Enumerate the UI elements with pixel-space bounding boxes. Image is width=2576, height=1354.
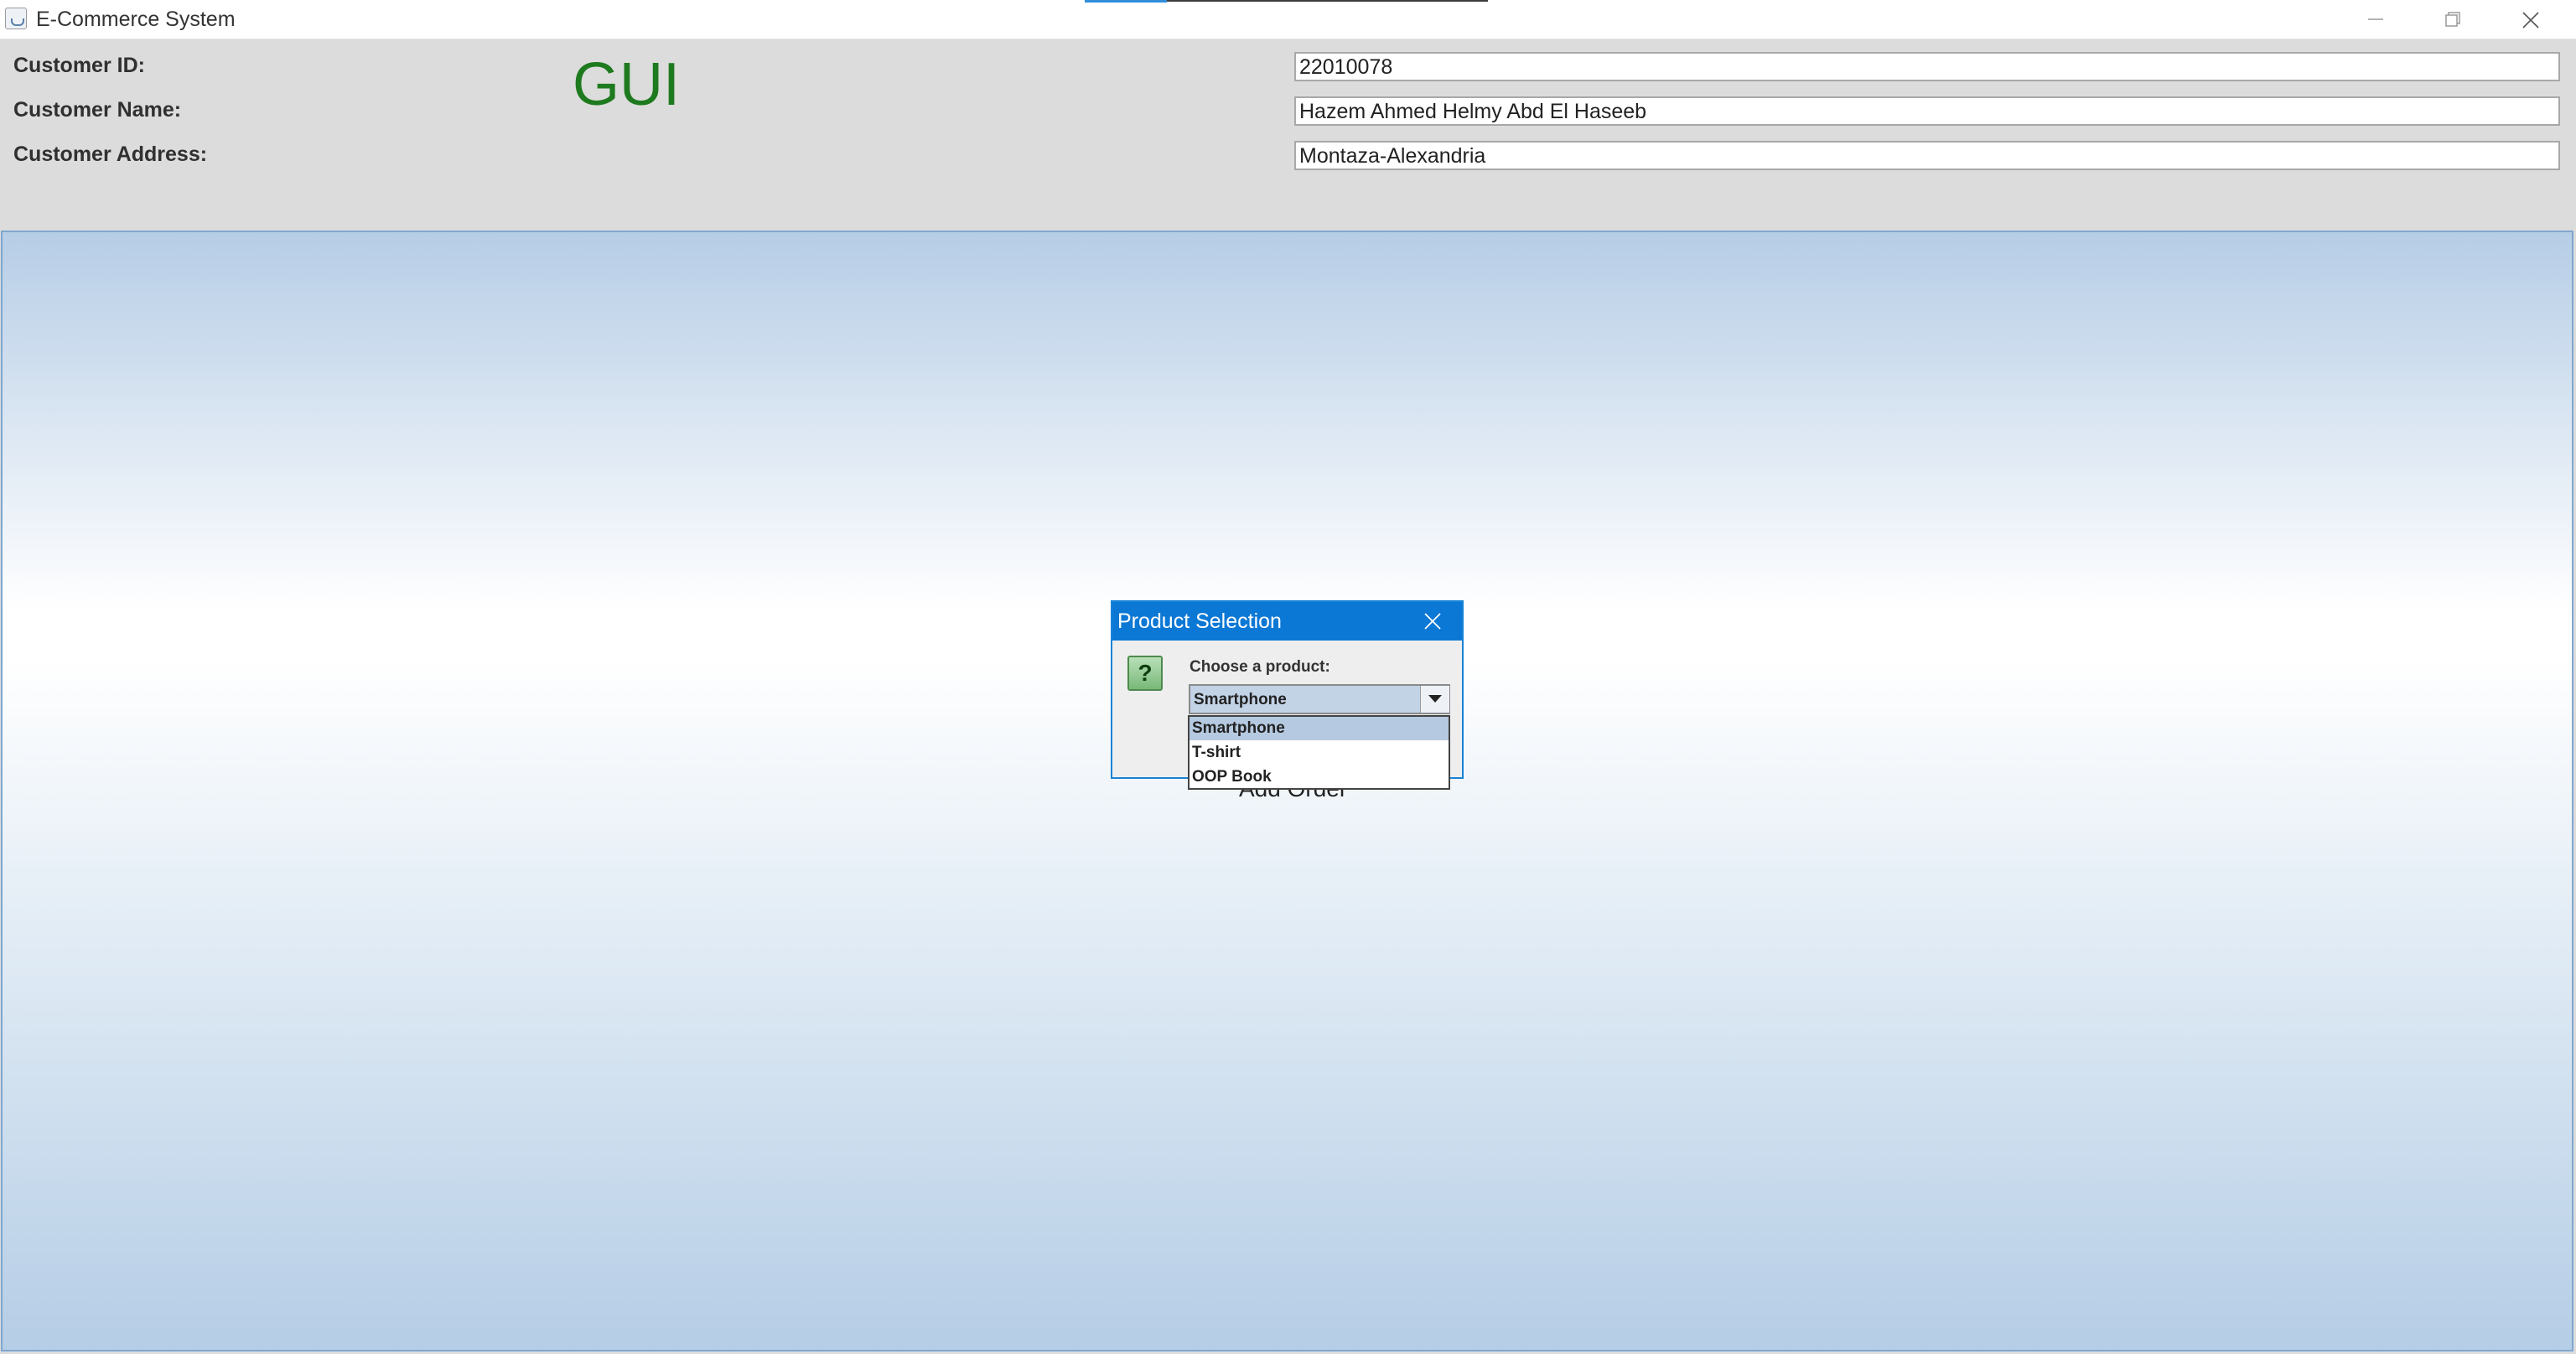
minimize-button[interactable] bbox=[2337, 0, 2414, 39]
combo-selected-value: Smartphone bbox=[1194, 691, 1287, 708]
dialog-title-bar[interactable]: Product Selection bbox=[1112, 602, 1462, 641]
dialog-close-button[interactable] bbox=[1423, 611, 1443, 631]
customer-address-field[interactable]: Montaza-Alexandria bbox=[1294, 141, 2560, 170]
restore-icon bbox=[2445, 12, 2460, 27]
dropdown-option-oop-book[interactable]: OOP Book bbox=[1190, 765, 1449, 789]
dialog-title: Product Selection bbox=[1117, 610, 1282, 633]
customer-form-panel: Customer ID: Customer Name: Customer Add… bbox=[0, 39, 2576, 231]
product-dropdown-list: Smartphone T-shirt OOP Book bbox=[1188, 715, 1450, 790]
dropdown-option-smartphone[interactable]: Smartphone bbox=[1190, 717, 1449, 740]
app-window: E-Commerce System Customer ID: Customer … bbox=[0, 0, 2576, 1354]
choose-product-label: Choose a product: bbox=[1190, 658, 1330, 676]
dropdown-option-tshirt[interactable]: T-shirt bbox=[1190, 741, 1449, 765]
chevron-down-icon bbox=[1428, 695, 1442, 703]
customer-name-field[interactable]: Hazem Ahmed Helmy Abd El Haseeb bbox=[1294, 96, 2560, 126]
title-bar[interactable]: E-Commerce System bbox=[0, 0, 2576, 39]
customer-id-label: Customer ID: bbox=[13, 54, 145, 77]
close-icon bbox=[2522, 12, 2539, 29]
customer-address-label: Customer Address: bbox=[13, 143, 208, 166]
minimize-icon bbox=[2368, 18, 2383, 20]
java-app-icon bbox=[5, 8, 27, 29]
question-icon: ? bbox=[1127, 656, 1163, 691]
window-title: E-Commerce System bbox=[36, 8, 236, 31]
customer-id-field[interactable]: 22010078 bbox=[1294, 52, 2560, 81]
close-icon bbox=[1424, 613, 1441, 630]
combo-arrow-button[interactable] bbox=[1420, 686, 1449, 713]
close-button[interactable] bbox=[2491, 0, 2568, 39]
gui-heading: GUI bbox=[573, 51, 681, 118]
customer-name-label: Customer Name: bbox=[13, 98, 182, 122]
product-combo-box[interactable]: Smartphone bbox=[1189, 684, 1450, 714]
taskbar-indicator bbox=[1085, 0, 1488, 3]
maximize-button[interactable] bbox=[2414, 0, 2491, 39]
